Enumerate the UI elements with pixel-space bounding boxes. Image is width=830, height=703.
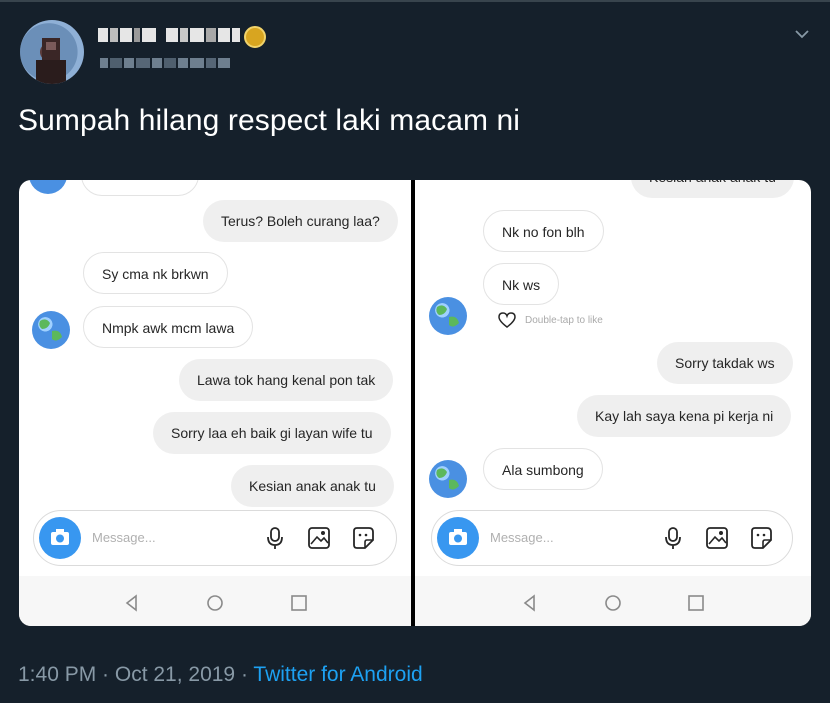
chat-bubble: Lawa tok hang kenal pon tak — [179, 359, 394, 401]
home-icon[interactable] — [604, 594, 622, 612]
tweet-text: Sumpah hilang respect laki macam ni — [18, 104, 521, 137]
mic-icon[interactable] — [660, 525, 686, 551]
globe-avatar-icon — [29, 180, 67, 194]
message-composer[interactable]: Message... — [33, 510, 397, 566]
chat-bubble: Sorry laa eh baik gi layan wife tu — [153, 412, 391, 454]
screenshot-left: Terus? Boleh curang laa? Sy cma nk brkwn… — [19, 180, 411, 626]
double-tap-hint[interactable]: Double-tap to like — [497, 311, 603, 329]
chat-bubble: Kay lah saya kena pi kerja ni — [577, 395, 792, 437]
camera-icon[interactable] — [437, 517, 479, 559]
camera-icon[interactable] — [39, 517, 81, 559]
chat-bubble: Sy cma nk brkwn — [83, 252, 228, 294]
tweet-timestamp[interactable]: 1:40 PM · Oct 21, 2019 · — [18, 663, 248, 686]
top-divider — [0, 0, 830, 2]
android-nav-bar — [19, 576, 411, 626]
tweet-footer: 1:40 PM · Oct 21, 2019 · Twitter for And… — [18, 663, 423, 687]
heart-icon[interactable] — [497, 311, 517, 329]
verified-icon — [244, 26, 266, 48]
gallery-icon[interactable] — [306, 525, 332, 551]
user-avatar[interactable] — [20, 20, 84, 84]
chat-bubble-partial: Kesian anak anak tu — [631, 180, 794, 198]
chevron-down-icon[interactable] — [794, 26, 810, 42]
chat-bubble-partial — [81, 180, 199, 196]
gallery-icon[interactable] — [704, 525, 730, 551]
back-icon[interactable] — [521, 594, 539, 612]
chat-bubble: Nk no fon blh — [483, 210, 604, 252]
mic-icon[interactable] — [262, 525, 288, 551]
recents-icon[interactable] — [290, 594, 308, 612]
back-icon[interactable] — [123, 594, 141, 612]
message-input[interactable]: Message... — [92, 530, 156, 545]
globe-avatar-icon — [429, 297, 467, 335]
android-nav-bar — [415, 576, 811, 626]
username-pixelated[interactable] — [100, 58, 230, 68]
chat-bubble: Sorry takdak ws — [657, 342, 793, 384]
message-input[interactable]: Message... — [490, 530, 554, 545]
globe-avatar-icon — [429, 460, 467, 498]
sticker-icon[interactable] — [350, 525, 376, 551]
tweet-source-link[interactable]: Twitter for Android — [253, 663, 422, 686]
sticker-icon[interactable] — [748, 525, 774, 551]
chat-bubble: Terus? Boleh curang laa? — [203, 200, 398, 242]
chat-bubble: Kesian anak anak tu — [231, 465, 394, 507]
chat-bubble: Ala sumbong — [483, 448, 603, 490]
tweet-media[interactable]: Terus? Boleh curang laa? Sy cma nk brkwn… — [19, 180, 811, 626]
chat-bubble: Nk ws — [483, 263, 560, 305]
chat-bubble: Nmpk awk mcm lawa — [83, 306, 254, 348]
home-icon[interactable] — [206, 594, 224, 612]
globe-avatar-icon — [32, 311, 70, 349]
double-tap-label: Double-tap to like — [525, 314, 603, 326]
message-composer[interactable]: Message... — [431, 510, 793, 566]
recents-icon[interactable] — [687, 594, 705, 612]
display-name-pixelated[interactable] — [98, 28, 240, 42]
screenshot-right: Kesian anak anak tu Nk no fon blh Nk ws … — [415, 180, 811, 626]
